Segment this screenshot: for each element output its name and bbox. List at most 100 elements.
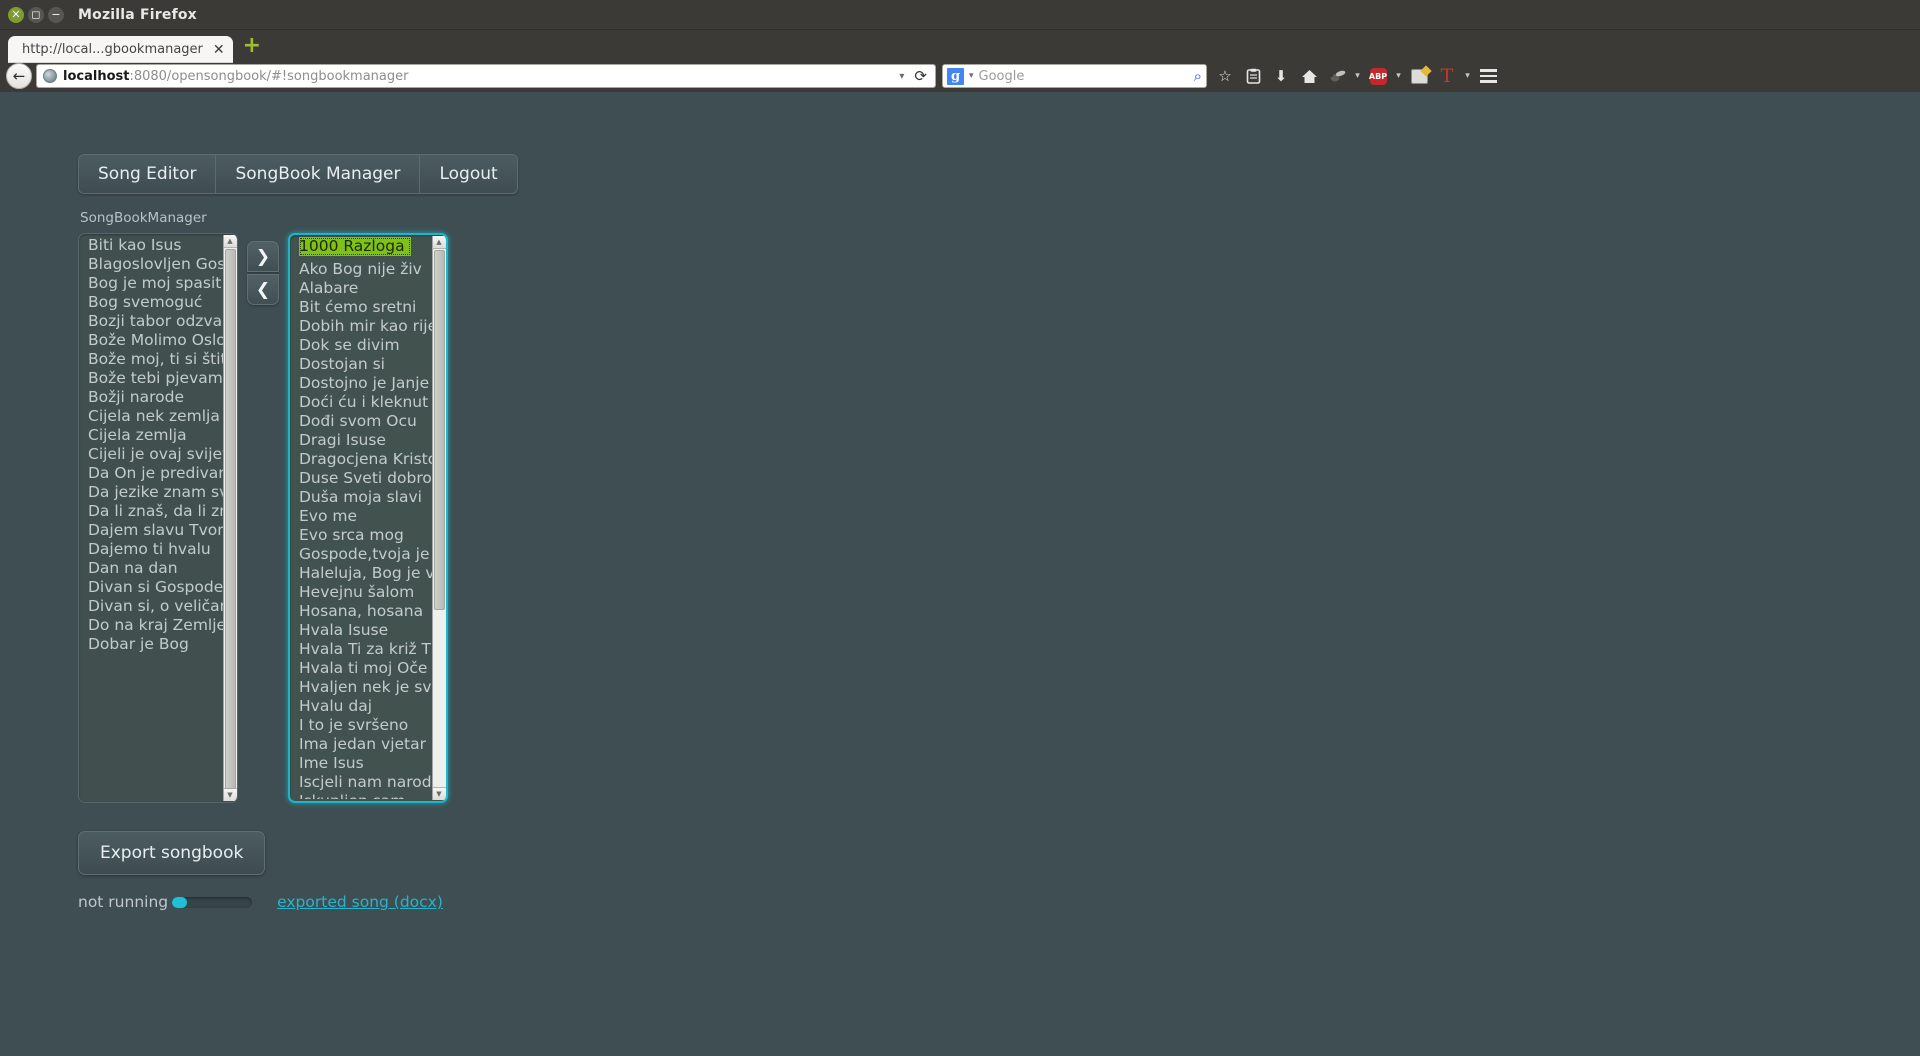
list-item[interactable]: Bože moj, ti si štit bbox=[88, 350, 223, 369]
list-item[interactable]: Evo srca mog bbox=[299, 526, 432, 545]
list-item[interactable]: Da li znaš, da li zn bbox=[88, 502, 223, 521]
tampermonkey-t-icon[interactable]: T bbox=[1433, 63, 1461, 89]
list-item[interactable]: Iskupljen sam bbox=[299, 792, 432, 799]
google-logo-icon: g bbox=[947, 67, 964, 85]
back-icon[interactable]: ← bbox=[6, 63, 32, 89]
tab-song-editor[interactable]: Song Editor bbox=[79, 155, 217, 193]
available-songs-scrollbar[interactable]: ▲ ▼ bbox=[223, 235, 237, 801]
list-item[interactable]: Bože Molimo Oslo bbox=[88, 331, 223, 350]
selected-songs-scrollbar[interactable]: ▲ ▼ bbox=[432, 236, 446, 800]
home-icon[interactable] bbox=[1295, 63, 1323, 89]
list-item[interactable]: Dok se divim bbox=[299, 336, 432, 355]
selected-songs-listbox[interactable]: 1000 Razloga Ako Bog nije živ Alabare Bit ć… bbox=[288, 233, 448, 803]
list-item[interactable]: Hosana, hosana bbox=[299, 602, 432, 621]
list-item[interactable]: Evo me bbox=[299, 507, 432, 526]
list-item[interactable]: Hvala ti moj Oče bbox=[299, 659, 432, 678]
list-item[interactable]: Biti kao Isus bbox=[88, 236, 223, 255]
move-left-button[interactable]: ❮ bbox=[247, 274, 279, 305]
list-item[interactable]: Dobar je Bog bbox=[88, 635, 223, 654]
list-item[interactable]: Da jezike znam sv bbox=[88, 483, 223, 502]
list-item[interactable]: Bože tebi pjevam bbox=[88, 369, 223, 388]
scroll-down-icon[interactable]: ▼ bbox=[432, 787, 446, 800]
exported-song-link[interactable]: exported song (docx) bbox=[277, 893, 443, 911]
scrollbar-track[interactable] bbox=[223, 248, 237, 789]
browser-tab[interactable]: http://local...gbookmanager ✕ bbox=[8, 36, 233, 63]
firebug-icon[interactable] bbox=[1323, 63, 1351, 89]
adblock-plus-icon[interactable]: ABP bbox=[1364, 63, 1392, 89]
list-item[interactable]: Cijela zemlja bbox=[88, 426, 223, 445]
move-right-button[interactable]: ❯ bbox=[247, 241, 279, 272]
available-songs-listbox[interactable]: Biti kao Isus Blagoslovljen Gos Bog je moj… bbox=[78, 233, 238, 803]
list-item[interactable]: Hvalu daj bbox=[299, 697, 432, 716]
tab-songbook-manager[interactable]: SongBook Manager bbox=[216, 155, 421, 193]
list-item[interactable]: Hvaljen nek je sve bbox=[299, 678, 432, 697]
downloads-icon[interactable]: ⬇ bbox=[1267, 63, 1295, 89]
list-item[interactable]: Da On je predivan bbox=[88, 464, 223, 483]
list-item[interactable]: Cijela nek zemlja bbox=[88, 407, 223, 426]
minimize-icon[interactable]: − bbox=[48, 6, 64, 23]
new-tab-button[interactable]: + bbox=[243, 35, 261, 57]
list-item[interactable]: Dostojan si bbox=[299, 355, 432, 374]
list-item[interactable]: Dan na dan bbox=[88, 559, 223, 578]
scrollbar-thumb[interactable] bbox=[224, 249, 236, 789]
list-item[interactable]: Duša moja slavi bbox=[299, 488, 432, 507]
scrollbar-track[interactable] bbox=[432, 249, 446, 787]
list-item[interactable]: Iscjeli nam narod bbox=[299, 773, 432, 792]
bookmark-star-icon[interactable]: ☆ bbox=[1211, 63, 1239, 89]
list-item[interactable]: Do na kraj Zemlje bbox=[88, 616, 223, 635]
maximize-icon[interactable]: ◻ bbox=[28, 6, 44, 23]
list-item[interactable]: Dostojno je Janje bbox=[299, 374, 432, 393]
tab-logout[interactable]: Logout bbox=[420, 155, 517, 193]
list-item[interactable]: Dragi Isuse bbox=[299, 431, 432, 450]
chevron-down-icon[interactable]: ▾ bbox=[969, 71, 974, 81]
list-item[interactable]: Gospode,tvoja je bbox=[299, 545, 432, 564]
export-songbook-button[interactable]: Export songbook bbox=[78, 831, 266, 875]
list-item[interactable]: Dođi svom Ocu bbox=[299, 412, 432, 431]
list-item[interactable]: Dragocjena Kristo bbox=[299, 450, 432, 469]
scroll-up-icon[interactable]: ▲ bbox=[432, 236, 446, 249]
chevron-down-icon[interactable]: ▾ bbox=[1461, 63, 1474, 89]
list-item[interactable]: Dobih mir kao rije bbox=[299, 317, 432, 336]
url-path: :8080/opensongbook/#!songbookmanager bbox=[129, 68, 409, 84]
list-item[interactable]: Hevejnu šalom bbox=[299, 583, 432, 602]
chevron-down-icon[interactable]: ▾ bbox=[1392, 63, 1405, 89]
search-icon[interactable]: ⌕ bbox=[1194, 67, 1202, 85]
scroll-down-icon[interactable]: ▼ bbox=[223, 788, 237, 801]
list-item[interactable]: Bog je moj spasit bbox=[88, 274, 223, 293]
list-item[interactable]: Divan si Gospode bbox=[88, 578, 223, 597]
list-item[interactable]: Blagoslovljen Gos bbox=[88, 255, 223, 274]
scrollbar-thumb[interactable] bbox=[433, 250, 445, 611]
list-item[interactable]: I to je svršeno bbox=[299, 716, 432, 735]
list-item[interactable]: Bit ćemo sretni bbox=[299, 298, 432, 317]
list-item[interactable]: 1000 Razloga bbox=[299, 237, 411, 256]
list-item[interactable]: Ime Isus bbox=[299, 754, 432, 773]
list-item[interactable]: Cijeli je ovaj svijet bbox=[88, 445, 223, 464]
chevron-down-icon[interactable]: ▾ bbox=[899, 71, 904, 82]
tab-close-icon[interactable]: ✕ bbox=[213, 43, 225, 57]
list-item[interactable]: Hvala Ti za križ T bbox=[299, 640, 432, 659]
search-input[interactable]: Google bbox=[979, 69, 1189, 84]
search-bar[interactable]: g ▾ Google ⌕ bbox=[942, 64, 1207, 88]
list-item[interactable]: Divan si, o veličan bbox=[88, 597, 223, 616]
list-item[interactable]: Alabare bbox=[299, 279, 432, 298]
list-item[interactable]: Duse Sveti dobro bbox=[299, 469, 432, 488]
scroll-up-icon[interactable]: ▲ bbox=[223, 235, 237, 248]
list-item[interactable]: Hvala Isuse bbox=[299, 621, 432, 640]
songbook-manager-app: Song Editor SongBook Manager Logout Song… bbox=[78, 154, 538, 911]
list-item[interactable]: Ako Bog nije živ bbox=[299, 260, 432, 279]
chevron-down-icon[interactable]: ▾ bbox=[1351, 63, 1364, 89]
close-icon[interactable]: ✕ bbox=[8, 6, 24, 23]
list-item[interactable]: Dajemo ti hvalu bbox=[88, 540, 223, 559]
list-item[interactable]: Božji narode bbox=[88, 388, 223, 407]
list-item[interactable]: Haleluja, Bog je v bbox=[299, 564, 432, 583]
selenium-ide-icon[interactable] bbox=[1405, 63, 1433, 89]
reload-icon[interactable]: ⟳ bbox=[910, 67, 931, 85]
list-item[interactable]: Bog svemoguć bbox=[88, 293, 223, 312]
reader-list-icon[interactable] bbox=[1239, 63, 1267, 89]
list-item[interactable]: Doći ću i kleknut bbox=[299, 393, 432, 412]
list-item[interactable]: Ima jedan vjetar bbox=[299, 735, 432, 754]
list-item[interactable]: Bozji tabor odzva bbox=[88, 312, 223, 331]
url-bar[interactable]: localhost:8080/opensongbook/#!songbookma… bbox=[36, 64, 936, 88]
list-item[interactable]: Dajem slavu Tvom bbox=[88, 521, 223, 540]
menu-hamburger-icon[interactable] bbox=[1474, 63, 1502, 89]
